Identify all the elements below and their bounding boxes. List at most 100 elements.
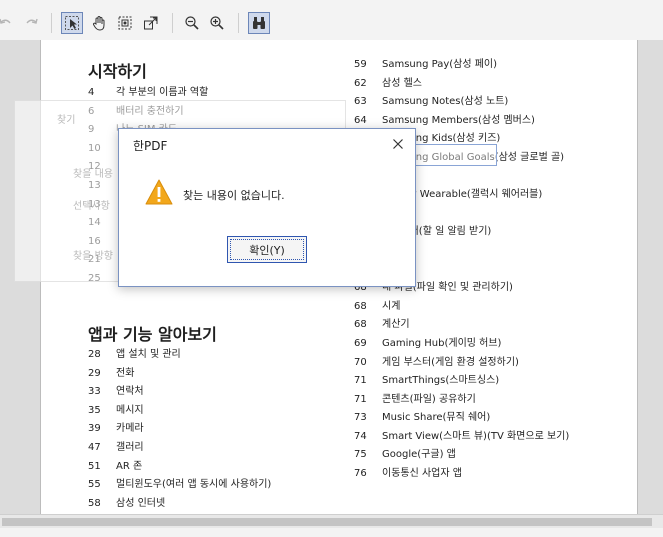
toc-page-number: 71 [354,375,367,387]
toc-page-number: 58 [88,497,101,509]
toc-row[interactable]: 68 계산기 [354,316,569,335]
toc-page-number: 69 [354,337,367,349]
toc-row[interactable]: 69 Gaming Hub(게이밍 허브) [354,335,569,354]
toc-row[interactable]: 68 시계 [354,298,569,317]
toc-row[interactable]: 58 삼성 인터넷 [88,495,271,514]
status-bar [0,528,663,537]
select-cursor-icon [65,16,79,30]
options-label: 선택사항 [73,201,110,212]
toc-entry-title: Music Share(뮤직 쉐어) [382,412,491,424]
zoom-out-icon [185,16,199,30]
toc-entry-title: 앱 설치 및 관리 [116,349,181,360]
snapshot-button[interactable] [114,12,136,34]
toolbar-separator [172,13,173,33]
zoom-in-icon [210,16,224,30]
toc-row[interactable]: 35 메시지 [88,402,271,421]
hand-icon [92,16,105,31]
toolbar-separator [51,13,52,33]
toolbar [0,0,663,41]
toc-page-number: 71 [354,393,367,405]
warning-icon [145,179,173,205]
toc-entry-title: 삼성 헬스 [382,77,422,89]
toc-entry-title: AR 존 [116,460,143,472]
toc-page-number: 29 [88,367,101,379]
toc-entry-title: 시계 [382,300,401,312]
dialog-titlebar[interactable]: 한PDF [119,129,415,159]
toc-page-number: 68 [354,300,367,312]
toc-row[interactable]: 74 Smart View(스마트 뷰)(TV 화면으로 보기) [354,428,569,447]
toolbar-separator [238,13,239,33]
redo-button[interactable] [21,12,43,34]
toc-page-number: 39 [88,423,101,435]
find-panel-label: 찾기 [57,115,76,126]
toc-entry-title: SmartThings(스마트싱스) [382,375,500,387]
fit-page-button[interactable] [140,12,162,34]
section-title-getting-started: 시작하기 [88,62,147,81]
toc-row[interactable]: 73 Music Share(뮤직 쉐어) [354,409,569,428]
toc-row[interactable]: 29 전화 [88,365,271,384]
dialog-title: 한PDF [133,139,168,153]
toc-entry-title: Smart View(스마트 뷰)(TV 화면으로 보기) [382,430,570,442]
snapshot-icon [118,16,132,30]
toc-entry-title: 멀티윈도우(여러 앱 동시에 사용하기) [116,479,272,491]
toc-row[interactable]: 75 Google(구글) 앱 [354,446,569,465]
toc-page-number: 70 [354,356,367,368]
toc-entry-title: Samsung Notes(삼성 노트) [382,96,509,108]
toc-entry-title: 연락처 [116,386,144,398]
toc-row[interactable]: 47 갤러리 [88,439,271,458]
toc-page-number: 35 [88,404,101,416]
toc-entry-title: Samsung Members(삼성 멤버스) [382,114,535,126]
toc-page-number: 62 [354,77,367,89]
dialog-message: 찾는 내용이 없습니다. [183,189,285,202]
toc-row[interactable]: 59 Samsung Pay(삼성 페이) [354,56,569,75]
toc-entry-title: 계산기 [382,319,410,331]
toc-entry-title: 전화 [116,367,135,379]
toc-row[interactable]: 39 카메라 [88,420,271,439]
toc-entry-title: Gaming Hub(게이밍 허브) [382,337,502,349]
toc-entry-title: 카메라 [116,423,144,435]
toc-row[interactable]: 63 Samsung Notes(삼성 노트) [354,93,569,112]
toc-entry-title: 콘텐츠(파일) 공유하기 [382,393,476,405]
zoom-in-button[interactable] [206,12,228,34]
toc-page-number: 33 [88,386,101,398]
toc-row[interactable]: 33 연락처 [88,383,271,402]
toc-page-number: 47 [88,441,101,453]
toc-page-number: 73 [354,412,367,424]
find-what-label: 찾을 내용 [73,169,113,180]
toc-row[interactable]: 62 삼성 헬스 [354,75,569,94]
undo-icon [0,18,11,24]
scrollbar-thumb[interactable] [2,518,652,526]
direction-label: 찾을 방향 [73,251,113,262]
toc-page-number: 68 [354,319,367,331]
section-title-apps: 앱과 기능 알아보기 [88,325,217,344]
toc-row[interactable]: 71 콘텐츠(파일) 공유하기 [354,391,569,410]
toc-entry-title: 메시지 [116,404,144,416]
toc-page-number: 59 [354,59,367,70]
toc-row[interactable]: 70 게임 부스터(게임 환경 설정하기) [354,354,569,373]
hand-tool-button[interactable] [88,12,110,34]
toc-entry-title: 삼성 인터넷 [116,497,166,509]
select-tool-button[interactable] [61,12,83,34]
toc-entry-title: 이동통신 사업자 앱 [382,468,462,480]
toc-row[interactable]: 71 SmartThings(스마트싱스) [354,372,569,391]
toc-row[interactable]: 55 멀티윈도우(여러 앱 동시에 사용하기) [88,476,271,495]
dialog-close-button[interactable] [389,135,407,153]
toc-entry-title: Google(구글) 앱 [382,449,456,461]
toc-row[interactable]: 76 이동통신 사업자 앱 [354,465,569,484]
toc-row[interactable]: 51 AR 존 [88,458,271,477]
undo-button[interactable] [0,12,16,34]
toc-entry-title: Samsung Pay(삼성 페이) [382,59,498,70]
toc-entry-title: 갤러리 [116,441,144,453]
toc-page-number: 75 [354,449,367,461]
find-button[interactable] [248,12,270,34]
toc-page-number: 74 [354,430,367,442]
zoom-out-button[interactable] [181,12,203,34]
ok-button[interactable]: 확인(Y) [227,236,307,263]
fit-page-icon [144,16,158,30]
horizontal-scrollbar[interactable] [0,514,663,529]
toc-entry-title: 게임 부스터(게임 환경 설정하기) [382,356,519,368]
dialog-body: 찾는 내용이 없습니다. 확인(Y) [119,159,415,286]
toc-page-number: 63 [354,96,367,108]
toc-list-apps: 28 앱 설치 및 관리 29 전화 33 연락처 35 메시지 39 카메라 47 갤러리 51 AR … [88,346,271,513]
toc-row[interactable]: 28 앱 설치 및 관리 [88,346,271,365]
